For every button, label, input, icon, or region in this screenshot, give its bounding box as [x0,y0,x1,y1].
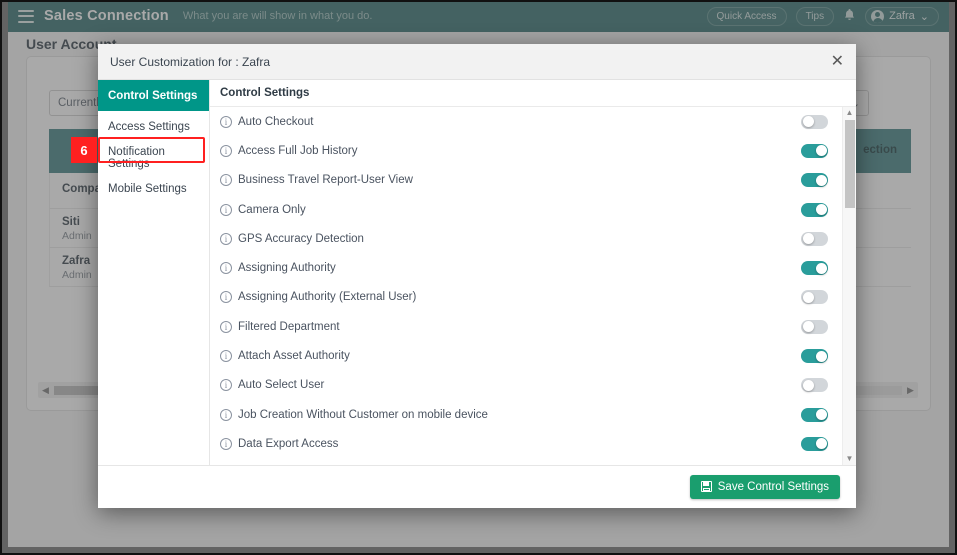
setting-row[interactable]: i Auto Select User [210,371,856,400]
modal-footer: Save Control Settings [98,465,856,507]
setting-row[interactable]: i GPS Accuracy Detection [210,224,856,253]
setting-label: Job Creation Without Customer on mobile … [238,408,488,421]
info-icon[interactable]: i [220,408,232,421]
sidebar-item-access-settings[interactable]: Access Settings [98,111,209,142]
setting-row[interactable]: i Job Creation Without Customer on mobil… [210,400,856,429]
setting-label: Attach Asset Authority [238,350,350,363]
save-control-settings-button[interactable]: Save Control Settings [689,474,840,499]
setting-toggle[interactable] [801,290,828,305]
sidebar-item-notification-settings[interactable]: Notification Settings [98,142,209,173]
setting-toggle[interactable] [801,143,828,158]
close-icon[interactable]: ✕ [831,53,844,70]
setting-toggle[interactable] [801,407,828,422]
setting-toggle[interactable] [801,349,828,364]
screen: Sales Connection What you are will show … [0,0,957,555]
setting-row[interactable]: i Camera Only [210,195,856,224]
sidebar-item-label: Control Settings [108,89,198,102]
settings-vertical-scrollbar[interactable]: ▲ ▼ [842,107,856,465]
user-customization-modal: User Customization for : Zafra ✕ Control… [98,44,856,508]
setting-label: Assigning Authority [238,262,336,275]
sidebar-item-label: Mobile Settings [108,182,187,195]
setting-row[interactable]: i Attach Asset Authority [210,341,856,370]
modal-header: User Customization for : Zafra ✕ [98,44,856,80]
scroll-down-arrow-icon[interactable]: ▼ [843,453,856,465]
save-icon [700,481,712,492]
setting-toggle[interactable] [801,319,828,334]
info-icon[interactable]: i [220,203,232,216]
setting-label: Auto Select User [238,379,325,392]
setting-label: Data Export Access [238,437,339,450]
info-icon[interactable]: i [220,437,232,450]
modal-body: Control Settings Access Settings Notific… [98,80,856,465]
info-icon[interactable]: i [220,379,232,392]
info-icon[interactable]: i [220,350,232,363]
annotation-step-badge: 6 [71,137,97,163]
setting-row[interactable]: i Auto Checkout [210,107,856,136]
save-button-label: Save Control Settings [717,480,829,493]
setting-label: Filtered Department [238,320,340,333]
info-icon[interactable]: i [220,174,232,187]
setting-row[interactable]: i Data Export Access [210,429,856,458]
setting-row[interactable]: i Business Travel Report-User View [210,166,856,195]
info-icon[interactable]: i [220,144,232,157]
setting-toggle[interactable] [801,173,828,188]
setting-label: Business Travel Report-User View [238,174,413,187]
sidebar-item-control-settings[interactable]: Control Settings [98,80,209,111]
setting-toggle[interactable] [801,436,828,451]
sidebar-item-label: Notification Settings [108,145,165,170]
setting-toggle[interactable] [801,231,828,246]
setting-row[interactable]: i Assigning Authority [210,253,856,282]
panel-heading: Control Settings [210,80,856,107]
setting-toggle[interactable] [801,378,828,393]
setting-label: GPS Accuracy Detection [238,232,364,245]
info-icon[interactable]: i [220,115,232,128]
setting-toggle[interactable] [801,202,828,217]
info-icon[interactable]: i [220,291,232,304]
sidebar-item-label: Access Settings [108,120,190,133]
scroll-up-arrow-icon[interactable]: ▲ [843,107,856,119]
setting-row[interactable]: i Access Full Job History [210,136,856,165]
setting-row[interactable]: i Assigning Authority (External User) [210,283,856,312]
settings-panel: Control Settings i Auto Checkout i Acces… [210,80,856,465]
setting-label: Assigning Authority (External User) [238,291,417,304]
info-icon[interactable]: i [220,232,232,245]
setting-label: Auto Checkout [238,115,314,128]
setting-label: Camera Only [238,203,306,216]
settings-list: i Auto Checkout i Access Full Job Histor… [210,107,856,465]
info-icon[interactable]: i [220,262,232,275]
setting-label: Access Full Job History [238,144,358,157]
scrollbar-thumb[interactable] [845,120,855,208]
modal-sidebar: Control Settings Access Settings Notific… [98,80,210,465]
setting-row[interactable]: i Filtered Department [210,312,856,341]
info-icon[interactable]: i [220,320,232,333]
modal-title: User Customization for : Zafra [110,54,271,69]
setting-toggle[interactable] [801,261,828,276]
sidebar-item-mobile-settings[interactable]: Mobile Settings [98,173,209,204]
setting-toggle[interactable] [801,114,828,129]
